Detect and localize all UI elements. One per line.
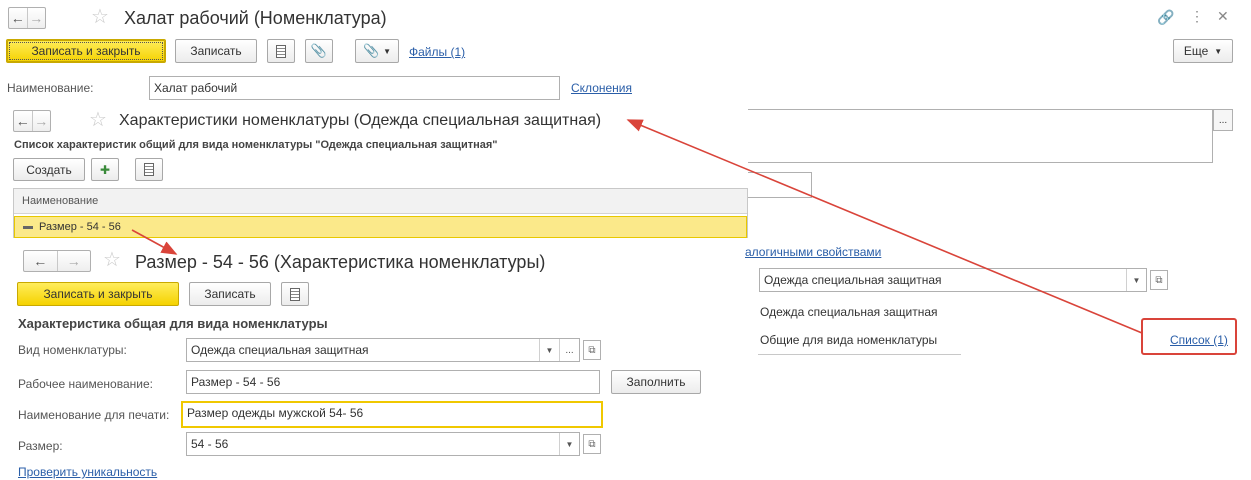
chevron-down-icon[interactable]: ▼	[1126, 269, 1146, 291]
divider	[758, 354, 961, 355]
characteristics-list-window: ← → ☆ Характеристики номенклатуры (Одежд…	[5, 104, 748, 238]
close-icon[interactable]: ✕	[1217, 8, 1229, 25]
declension-link[interactable]: Склонения	[571, 81, 632, 95]
row-name: Размер - 54 - 56	[39, 221, 121, 233]
open-icon[interactable]: ⧉	[583, 434, 601, 454]
name-label: Наименование:	[7, 81, 94, 95]
kind-select[interactable]: Одежда специальная защитная ▼	[759, 268, 1147, 292]
back-arrow-icon[interactable]: ←	[9, 8, 27, 28]
history-nav[interactable]: ← →	[23, 250, 91, 272]
kind-label: Вид номенклатуры:	[18, 343, 127, 357]
print-name-input[interactable]: Размер одежды мужской 54- 56	[181, 401, 603, 428]
list-title: Характеристики номенклатуры (Одежда спец…	[119, 112, 602, 129]
name-input[interactable]: Халат рабочий	[149, 76, 560, 100]
document-icon	[276, 44, 286, 58]
report-button[interactable]	[281, 282, 309, 306]
section-title: Характеристика общая для вида номенклату…	[18, 316, 328, 331]
kind-select-value: Одежда специальная защитная	[764, 273, 942, 287]
work-name-label: Рабочее наименование:	[18, 377, 153, 391]
add-copy-icon: ✚	[99, 162, 111, 177]
report-button[interactable]	[267, 39, 295, 63]
form-title: Размер - 54 - 56 (Характеристика номенкл…	[135, 252, 546, 272]
characteristic-form-window: ← → ☆ Размер - 54 - 56 (Характеристика н…	[5, 240, 740, 480]
paperclip-icon: 📎	[310, 43, 328, 58]
fill-button[interactable]: Заполнить	[611, 370, 701, 394]
kind-text: Одежда специальная защитная	[760, 305, 938, 319]
favorite-star-icon[interactable]: ☆	[91, 7, 109, 27]
characteristics-table: Наименование Размер - 54 - 56	[13, 188, 748, 238]
select-icon[interactable]: ...	[559, 339, 579, 361]
more-vertical-icon[interactable]: ⋮	[1190, 8, 1204, 25]
save-and-close-button[interactable]: Записать и закрыть	[6, 39, 166, 63]
column-header-name[interactable]: Наименование	[14, 189, 747, 214]
item-icon	[23, 225, 33, 229]
print-name-label: Наименование для печати:	[18, 408, 170, 422]
characteristics-text: Общие для вида номенклатуры	[760, 333, 938, 347]
size-select-value: 54 - 56	[191, 437, 229, 451]
create-button[interactable]: Создать	[13, 158, 85, 181]
chevron-down-icon: ▼	[383, 46, 392, 56]
history-nav[interactable]: ← →	[13, 110, 51, 132]
back-arrow-icon[interactable]: ←	[14, 111, 32, 131]
favorite-star-icon[interactable]: ☆	[103, 250, 121, 270]
save-and-close-button[interactable]: Записать и закрыть	[17, 282, 179, 306]
check-uniqueness-link[interactable]: Проверить уникальность	[18, 465, 157, 479]
size-label: Размер:	[18, 439, 63, 453]
history-nav[interactable]: ← →	[8, 7, 46, 29]
list-subtitle: Список характеристик общий для вида номе…	[14, 139, 498, 151]
attach-button[interactable]: 📎	[305, 39, 333, 63]
chevron-down-icon[interactable]: ▼	[539, 339, 559, 361]
characteristics-list-link[interactable]: Список (1)	[1170, 333, 1228, 347]
save-button[interactable]: Записать	[189, 282, 271, 306]
link-icon[interactable]: 🔗	[1157, 9, 1174, 26]
open-icon[interactable]: ⧉	[583, 340, 601, 360]
chevron-down-icon[interactable]: ▼	[559, 433, 579, 455]
save-button[interactable]: Записать	[175, 39, 257, 63]
open-icon[interactable]: ⧉	[1150, 270, 1168, 290]
forward-arrow-icon[interactable]: →	[56, 251, 91, 271]
favorite-star-icon[interactable]: ☆	[89, 110, 107, 130]
more-button[interactable]: Еще ▼	[1173, 39, 1233, 63]
page-title: Халат рабочий (Номенклатура)	[124, 8, 387, 28]
similar-properties-link[interactable]: алогичными свойствами	[745, 245, 881, 259]
document-icon	[144, 163, 154, 176]
kind-field-value: Одежда специальная защитная	[191, 343, 369, 357]
copy-button[interactable]: ✚	[91, 158, 119, 181]
size-select[interactable]: 54 - 56 ▼	[186, 432, 580, 456]
kind-field[interactable]: Одежда специальная защитная ▼ ...	[186, 338, 580, 362]
list-report-button[interactable]	[135, 158, 163, 181]
paperclip-icon: 📎	[362, 43, 380, 58]
attach-menu-button[interactable]: 📎 ▼	[355, 39, 399, 63]
table-row[interactable]: Размер - 54 - 56	[14, 216, 747, 238]
forward-arrow-icon[interactable]: →	[26, 8, 46, 28]
chevron-down-icon: ▼	[1214, 46, 1223, 56]
work-name-input[interactable]: Размер - 54 - 56	[186, 370, 600, 394]
more-label: Еще	[1183, 44, 1209, 58]
files-link[interactable]: Файлы (1)	[409, 45, 465, 59]
select-button[interactable]: ...	[1213, 109, 1233, 131]
forward-arrow-icon[interactable]: →	[31, 111, 51, 131]
document-icon	[290, 287, 300, 301]
hidden-field[interactable]	[740, 172, 812, 198]
back-arrow-icon[interactable]: ←	[24, 251, 57, 271]
